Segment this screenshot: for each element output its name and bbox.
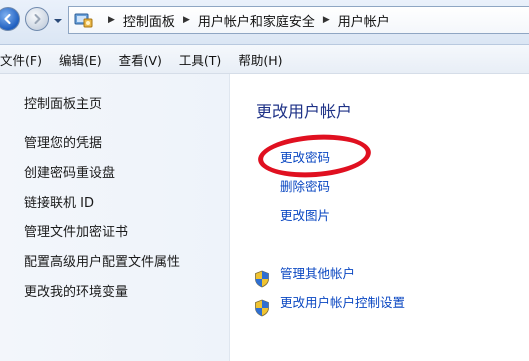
- breadcrumb-user-accounts-family-safety[interactable]: 用户帐户和家庭安全: [198, 11, 315, 30]
- back-button[interactable]: [0, 7, 20, 31]
- address-bar-region: ▶ 控制面板 ▶ 用户帐户和家庭安全 ▶ 用户帐户: [0, 0, 529, 45]
- uac-shield-icon: [255, 270, 269, 287]
- manage-other-accounts-row[interactable]: 管理其他帐户: [254, 264, 405, 293]
- menu-tools[interactable]: 工具(T): [179, 50, 230, 69]
- change-picture-link[interactable]: 更改图片: [280, 206, 330, 235]
- history-dropdown-icon[interactable]: [53, 16, 63, 26]
- breadcrumb-separator-icon: ▶: [182, 15, 190, 25]
- page-title: 更改用户帐户: [256, 102, 353, 121]
- task-list: 管理您的凭据 创建密码重设盘 链接联机 ID 管理文件加密证书 配置高级用户配置…: [24, 134, 180, 313]
- breadcrumb-user-accounts[interactable]: 用户帐户: [338, 11, 390, 30]
- breadcrumb-control-panel[interactable]: 控制面板: [123, 11, 175, 30]
- manage-other-accounts-link[interactable]: 管理其他帐户: [280, 264, 355, 293]
- menu-edit[interactable]: 编辑(E): [59, 50, 111, 69]
- task-manage-credentials[interactable]: 管理您的凭据: [24, 134, 180, 164]
- control-panel-icon: [74, 13, 93, 28]
- change-uac-settings-row[interactable]: 更改用户帐户控制设置: [254, 293, 405, 322]
- task-manage-encryption-certificates[interactable]: 管理文件加密证书: [24, 223, 180, 253]
- main-content: 更改用户帐户 更改密码 删除密码 更改图片 管理其他帐户 更改用户帐户控制设置: [230, 74, 529, 361]
- control-panel-home-link[interactable]: 控制面板主页: [24, 93, 102, 112]
- change-uac-settings-link[interactable]: 更改用户帐户控制设置: [280, 293, 405, 322]
- uac-shield-icon: [255, 299, 269, 316]
- menu-view[interactable]: 查看(V): [119, 50, 171, 69]
- menu-bar: 文件(F) 编辑(E) 查看(V) 工具(T) 帮助(H): [0, 45, 529, 74]
- forward-arrow-icon: [34, 14, 41, 24]
- menu-file[interactable]: 文件(F): [0, 50, 51, 69]
- admin-links: 管理其他帐户 更改用户帐户控制设置: [254, 264, 405, 322]
- back-arrow-icon: [4, 13, 11, 25]
- task-link-online-id[interactable]: 链接联机 ID: [24, 194, 180, 224]
- menu-help[interactable]: 帮助(H): [238, 50, 291, 69]
- task-configure-advanced-profile-properties[interactable]: 配置高级用户配置文件属性: [24, 253, 180, 283]
- task-change-environment-variables[interactable]: 更改我的环境变量: [24, 283, 180, 313]
- address-box[interactable]: ▶ 控制面板 ▶ 用户帐户和家庭安全 ▶ 用户帐户: [68, 6, 529, 34]
- task-create-password-reset-disk[interactable]: 创建密码重设盘: [24, 164, 180, 194]
- left-task-pane: 控制面板主页 管理您的凭据 创建密码重设盘 链接联机 ID 管理文件加密证书 配…: [0, 74, 230, 361]
- remove-password-link[interactable]: 删除密码: [280, 177, 330, 206]
- forward-button[interactable]: [25, 7, 49, 31]
- breadcrumb-separator-icon: ▶: [108, 15, 115, 25]
- breadcrumb-separator-icon: ▶: [322, 15, 330, 25]
